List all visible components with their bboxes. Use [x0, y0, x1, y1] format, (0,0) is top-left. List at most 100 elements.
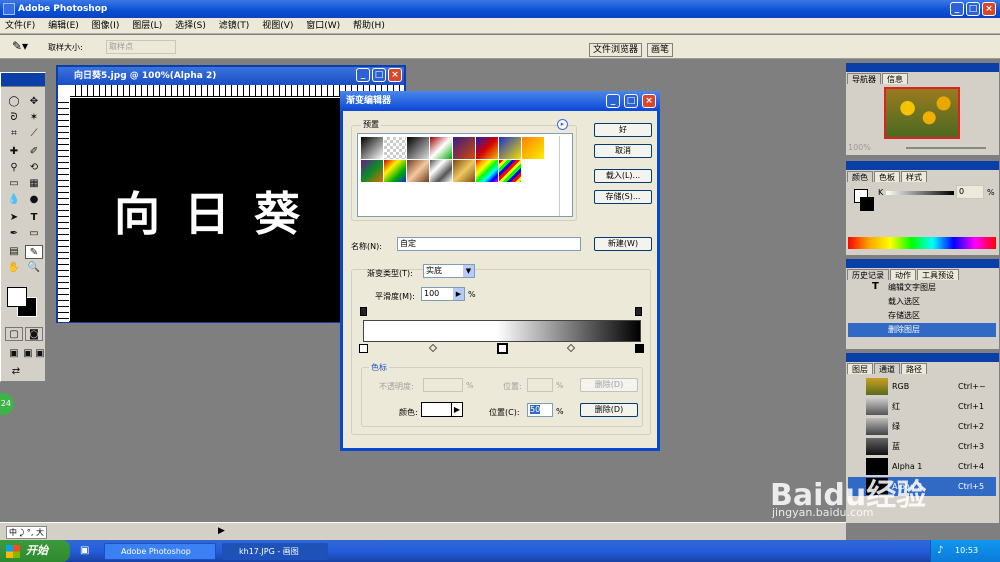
tab-channels[interactable]: 通道 [874, 363, 900, 374]
tab-file-browser[interactable]: 文件浏览器 [589, 43, 643, 57]
color-ramp[interactable] [848, 237, 996, 249]
save-button[interactable]: 存储(S)... [594, 190, 652, 204]
position-field[interactable]: 50 [527, 403, 553, 417]
sample-size-select[interactable]: 取样点 [106, 40, 176, 54]
delete-color-stop-button[interactable]: 删除(D) [580, 403, 638, 417]
menu-help[interactable]: 帮助(H) [348, 18, 390, 34]
history-item[interactable]: 存储选区 [848, 309, 996, 323]
tab-styles[interactable]: 样式 [901, 171, 927, 182]
doc-close-button[interactable]: × [388, 68, 402, 82]
opacity-stop-right[interactable] [635, 307, 642, 316]
tab-info[interactable]: 信息 [882, 73, 908, 84]
blur-tool-icon[interactable]: 💧 [5, 193, 23, 207]
menu-select[interactable]: 选择(S) [170, 18, 211, 34]
preset-swatch[interactable] [453, 160, 475, 182]
channel-row[interactable]: RGB Ctrl+~ [848, 377, 996, 396]
channel-row[interactable]: 蓝 Ctrl+3 [848, 437, 996, 456]
preset-swatch[interactable] [476, 137, 498, 159]
tab-actions[interactable]: 动作 [890, 269, 916, 280]
slice-tool-icon[interactable]: ⟋ [25, 127, 43, 141]
minimize-button[interactable]: _ [950, 2, 964, 16]
zoom-tool-icon[interactable]: 🔍 [25, 261, 43, 275]
preset-swatch[interactable] [430, 160, 452, 182]
doc-minimize-button[interactable]: _ [356, 68, 370, 82]
notes-tool-icon[interactable]: ▤ [5, 245, 23, 259]
navigator-zoom[interactable]: 100% [848, 143, 871, 152]
menu-view[interactable]: 视图(V) [257, 18, 298, 34]
preset-swatch[interactable] [407, 137, 429, 159]
tab-brushes[interactable]: 画笔 [647, 43, 674, 57]
standard-mode-icon[interactable]: ▢ [5, 327, 23, 341]
history-item[interactable]: 载入选区 [848, 295, 996, 309]
ime-bar[interactable]: 中 ⤸ °, 大 [6, 526, 47, 539]
color-menu-arrow-icon[interactable]: ▶ [451, 402, 463, 417]
status-arrow-icon[interactable]: ▶ [218, 526, 225, 536]
presets-scrollbar[interactable] [559, 136, 571, 216]
history-brush-tool-icon[interactable]: ⟲ [25, 161, 43, 175]
preset-swatch[interactable] [430, 137, 452, 159]
chevron-down-icon[interactable]: ▼ [463, 265, 474, 277]
opacity-stop-left[interactable] [360, 307, 367, 316]
history-item-selected[interactable]: 删除图层 [848, 323, 996, 337]
crop-tool-icon[interactable]: ⌗ [5, 127, 23, 141]
preset-swatch[interactable] [384, 137, 406, 159]
zoom-slider[interactable] [906, 147, 986, 149]
tab-color[interactable]: 颜色 [847, 171, 873, 182]
presets-menu-icon[interactable]: ▸ [557, 119, 568, 130]
preset-swatch[interactable] [453, 137, 475, 159]
pen-tool-icon[interactable]: ✒ [5, 227, 23, 241]
restore-button[interactable]: □ [966, 2, 980, 16]
preset-swatch[interactable] [476, 160, 498, 182]
eyedropper-tool-icon[interactable]: ✎ [25, 245, 43, 259]
magic-wand-tool-icon[interactable]: ✶ [25, 111, 43, 125]
color-stop-middle[interactable] [497, 343, 508, 354]
history-item[interactable]: 编辑文字图层 [848, 281, 996, 295]
new-button[interactable]: 新建(W) [594, 237, 652, 251]
preset-swatch[interactable] [361, 137, 383, 159]
k-value-field[interactable]: 0 [956, 185, 984, 199]
volume-icon[interactable]: ♪ [937, 540, 943, 562]
dialog-minimize-button[interactable]: _ [606, 94, 620, 108]
smoothness-arrow-icon[interactable]: ▶ [453, 288, 464, 300]
preset-swatch[interactable] [407, 160, 429, 182]
preset-swatch[interactable] [361, 160, 383, 182]
tab-navigator[interactable]: 导航器 [847, 73, 881, 84]
tab-layers[interactable]: 图层 [847, 363, 873, 374]
screen-mode-3-icon[interactable]: ▣ [31, 347, 49, 361]
navigator-thumbnail[interactable] [884, 87, 960, 139]
menu-filter[interactable]: 滤镜(T) [214, 18, 255, 34]
healing-brush-tool-icon[interactable]: ✚ [5, 145, 23, 159]
quick-mask-icon[interactable]: ◙ [25, 327, 43, 341]
gradient-preview-bar[interactable] [363, 320, 641, 342]
eraser-tool-icon[interactable]: ▭ [5, 177, 23, 191]
tab-paths[interactable]: 路径 [901, 363, 927, 374]
dialog-close-button[interactable]: × [642, 94, 656, 108]
task-paint[interactable]: kh17.JPG - 画图 [222, 543, 328, 560]
task-photoshop[interactable]: Adobe Photoshop [104, 543, 216, 560]
eyedropper-icon[interactable]: ✎▾ [12, 39, 28, 53]
lasso-tool-icon[interactable]: ᘐ [5, 111, 23, 125]
move-tool-icon[interactable]: ✥ [25, 95, 43, 109]
channel-row[interactable]: 红 Ctrl+1 [848, 397, 996, 416]
color-panel-background-swatch[interactable] [860, 197, 874, 211]
doc-restore-button[interactable]: □ [372, 68, 386, 82]
path-selection-tool-icon[interactable]: ➤ [5, 211, 23, 225]
jump-to-imageready-icon[interactable]: ⇄ [7, 365, 25, 379]
gradient-type-select[interactable]: 实底 ▼ [423, 264, 475, 278]
channel-row[interactable]: 绿 Ctrl+2 [848, 417, 996, 436]
foreground-color-swatch[interactable] [7, 287, 27, 307]
menu-file[interactable]: 文件(F) [0, 18, 40, 34]
stop-color-swatch[interactable] [421, 402, 453, 417]
ok-button[interactable]: 好 [594, 123, 652, 137]
menu-image[interactable]: 图像(I) [87, 18, 125, 34]
tab-history[interactable]: 历史记录 [847, 269, 889, 280]
dialog-maximize-button[interactable]: □ [624, 94, 638, 108]
shape-tool-icon[interactable]: ▭ [25, 227, 43, 241]
stamp-tool-icon[interactable]: ⚲ [5, 161, 23, 175]
type-tool-icon[interactable]: T [25, 211, 43, 225]
name-field[interactable]: 自定 [397, 237, 581, 251]
load-button[interactable]: 载入(L)... [594, 169, 652, 183]
hand-tool-icon[interactable]: ✋ [5, 261, 23, 275]
marquee-tool-icon[interactable]: ◯ [5, 95, 23, 109]
tab-swatches[interactable]: 色板 [874, 171, 900, 182]
